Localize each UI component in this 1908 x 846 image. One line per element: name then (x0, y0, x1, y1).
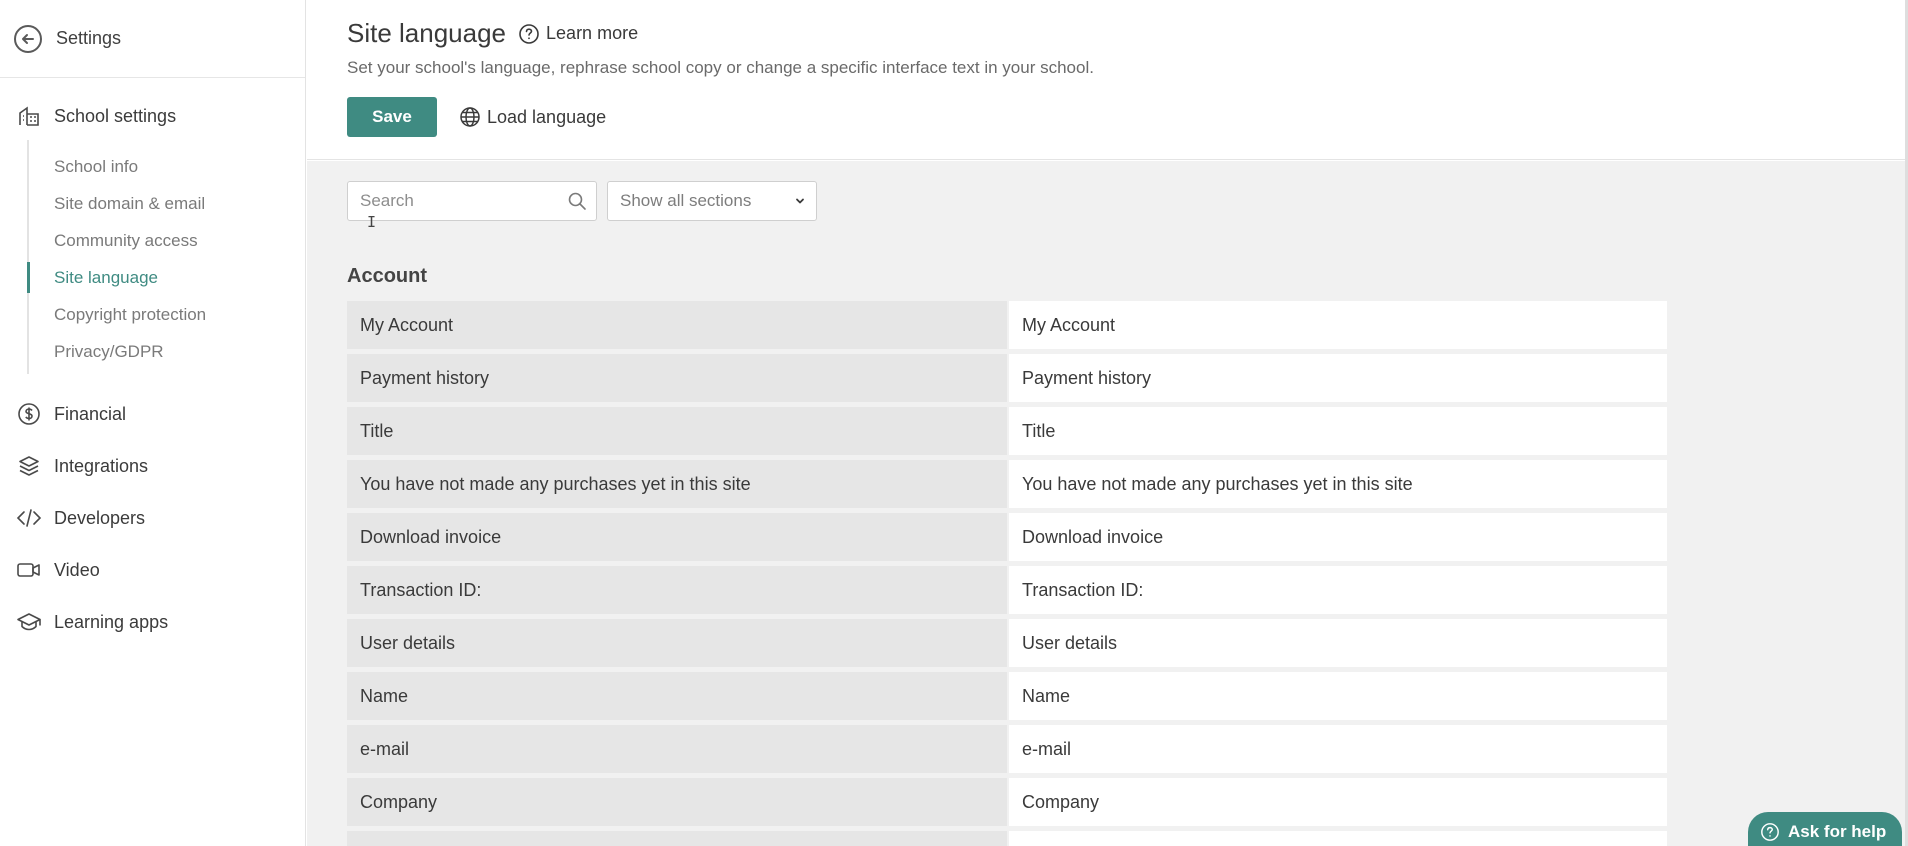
row-value-input[interactable]: Download invoice (1009, 513, 1667, 561)
ask-for-help-label: Ask for help (1788, 822, 1887, 841)
learn-more-link[interactable]: Learn more (518, 23, 638, 45)
save-button[interactable]: Save (347, 97, 437, 137)
section-select-value: Show all sections (620, 191, 752, 210)
chevron-down-icon (796, 198, 804, 204)
language-editor: Show all sections I Account My Account M… (307, 161, 1905, 846)
search-icon[interactable] (567, 191, 587, 216)
table-row: Company Company (347, 778, 1667, 826)
ask-for-help-button[interactable]: Ask for help (1748, 812, 1902, 846)
title-row: Site language Learn more (347, 18, 638, 49)
video-camera-icon (16, 557, 42, 583)
row-key: Download invoice (347, 513, 1007, 561)
table-row: Transaction ID: Transaction ID: (347, 566, 1667, 614)
group-title: Account (347, 265, 427, 287)
back-label: Settings (56, 28, 122, 48)
developers-label: Developers (54, 507, 146, 528)
sidebar-item-integrations[interactable]: Integrations (0, 440, 305, 492)
sidebar-item-community-access[interactable]: Community access (29, 222, 305, 259)
settings-sidebar: Settings School settings School info Sit… (0, 0, 306, 846)
school-settings-submenu: School info Site domain & email Communit… (27, 140, 305, 374)
sidebar-item-privacy-gdpr[interactable]: Privacy/GDPR (29, 333, 305, 370)
row-value-input[interactable]: Payment history (1009, 354, 1667, 402)
school-settings-section[interactable]: School settings (0, 92, 305, 140)
code-icon (16, 505, 42, 531)
row-key: Transaction ID: (347, 566, 1007, 614)
sidebar-item-site-language[interactable]: Site language (27, 259, 305, 296)
financial-label: Financial (54, 403, 127, 424)
row-key: User details (347, 619, 1007, 667)
layers-icon (16, 453, 42, 479)
table-row: User details User details (347, 619, 1667, 667)
table-row: You have not made any purchases yet in t… (347, 460, 1667, 508)
question-circle-icon (1761, 823, 1779, 841)
table-row: e-mail e-mail (347, 725, 1667, 773)
table-row: Download invoice Download invoice (347, 513, 1667, 561)
row-key: e-mail (347, 725, 1007, 773)
row-value-input[interactable]: Name (1009, 672, 1667, 720)
section-select[interactable]: Show all sections (607, 181, 817, 221)
filters-bar: Show all sections (347, 181, 817, 221)
row-value-input[interactable]: You have not made any purchases yet in t… (1009, 460, 1667, 508)
table-row: My Account My Account (347, 301, 1667, 349)
back-to-settings[interactable]: Settings (0, 0, 305, 78)
sidebar-item-school-info[interactable]: School info (29, 148, 305, 185)
arrow-left-icon (14, 24, 42, 53)
row-value-input[interactable]: My Account (1009, 301, 1667, 349)
question-circle-icon (519, 23, 539, 44)
learn-more-label: Learn more (546, 23, 639, 43)
sidebar-item-learning-apps[interactable]: Learning apps (0, 596, 305, 648)
row-key: Name (347, 672, 1007, 720)
school-settings-label: School settings (54, 105, 177, 126)
page-header: Site language Learn more Set your school… (307, 0, 1905, 160)
load-language-label: Load language (487, 106, 607, 127)
sidebar-item-financial[interactable]: Financial (0, 388, 305, 440)
table-row: Payment history Payment history (347, 354, 1667, 402)
sidebar-item-site-domain-email[interactable]: Site domain & email (29, 185, 305, 222)
learning-apps-label: Learning apps (54, 611, 169, 632)
row-value-input[interactable]: Transaction ID: (1009, 566, 1667, 614)
row-value-input[interactable]: Title (1009, 407, 1667, 455)
sidebar-item-copyright-protection[interactable]: Copyright protection (29, 296, 305, 333)
table-row (347, 831, 1667, 846)
row-key: My Account (347, 301, 1007, 349)
integrations-label: Integrations (54, 455, 149, 476)
row-value-input[interactable]: User details (1009, 619, 1667, 667)
row-value-input[interactable] (1009, 831, 1667, 846)
header-actions: Save Load language (347, 97, 606, 137)
graduation-cap-icon (16, 609, 42, 635)
row-value-input[interactable]: Company (1009, 778, 1667, 826)
row-value-input[interactable]: e-mail (1009, 725, 1667, 773)
row-key: Payment history (347, 354, 1007, 402)
row-key (347, 831, 1007, 846)
sidebar-item-developers[interactable]: Developers (0, 492, 305, 544)
table-row: Title Title (347, 407, 1667, 455)
search-input[interactable] (348, 182, 596, 220)
search-box (347, 181, 597, 221)
row-key: You have not made any purchases yet in t… (347, 460, 1007, 508)
building-icon (16, 103, 42, 129)
translation-rows: My Account My Account Payment history Pa… (347, 301, 1667, 846)
page-subtitle: Set your school's language, rephrase sch… (347, 58, 1094, 77)
globe-icon (460, 107, 480, 127)
table-row: Name Name (347, 672, 1667, 720)
row-key: Company (347, 778, 1007, 826)
row-key: Title (347, 407, 1007, 455)
sidebar-item-video[interactable]: Video (0, 544, 305, 596)
page-title: Site language (347, 18, 507, 48)
text-cursor-icon: I (367, 213, 377, 231)
load-language-button[interactable]: Load language (459, 106, 606, 128)
video-label: Video (54, 559, 100, 580)
dollar-circle-icon (16, 401, 42, 427)
